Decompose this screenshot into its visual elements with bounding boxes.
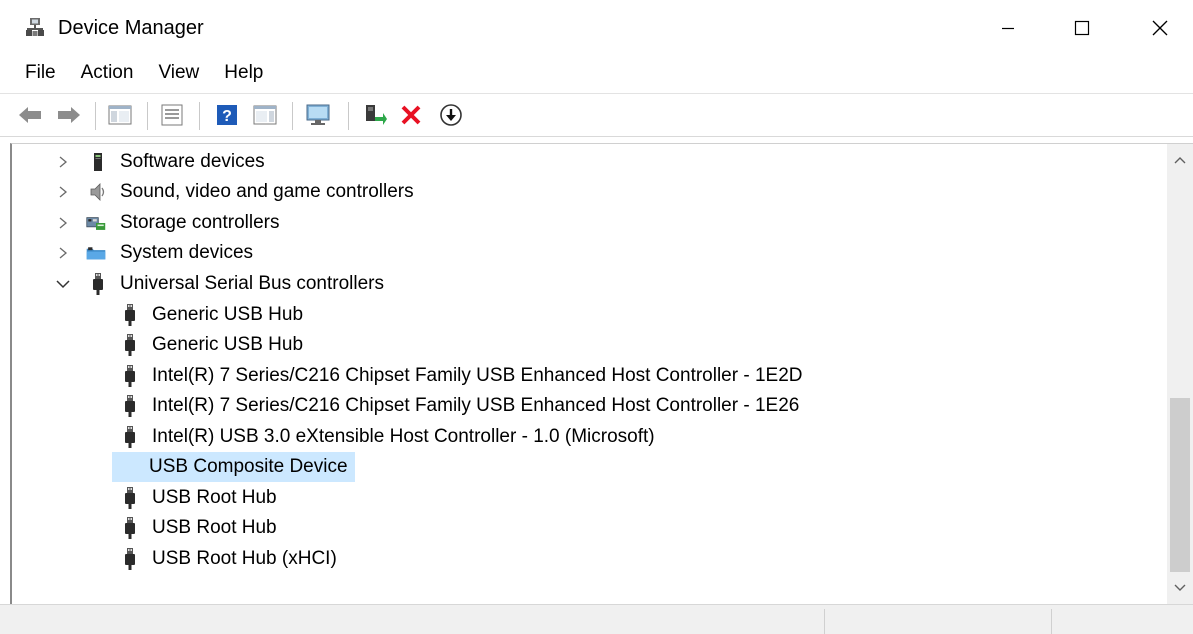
menu-view[interactable]: View	[145, 57, 211, 89]
help-button[interactable]: ?	[214, 102, 240, 128]
menu-bar: File Action View Help	[0, 57, 1193, 89]
device-manager-window: Device Manager File Action View Help ? S…	[0, 0, 1193, 634]
vertical-scrollbar[interactable]	[1167, 144, 1193, 604]
download-button[interactable]	[438, 102, 464, 128]
speaker-icon	[88, 182, 108, 202]
update-driver-button[interactable]	[362, 102, 388, 128]
title-bar[interactable]: Device Manager	[0, 0, 1193, 56]
chevron-right-icon[interactable]	[56, 147, 70, 177]
chevron-down-icon[interactable]	[56, 269, 70, 299]
tree-node-label: Sound, video and game controllers	[120, 181, 414, 202]
device-manager-icon	[24, 16, 46, 38]
forward-button[interactable]	[56, 102, 82, 128]
tree-leaf-label: USB Root Hub (xHCI)	[152, 548, 337, 569]
usb-plug-icon	[120, 395, 140, 417]
tree-leaf-label: USB Composite Device	[112, 452, 355, 482]
chevron-right-icon[interactable]	[56, 177, 70, 207]
menu-file[interactable]: File	[0, 57, 68, 89]
tree-node-label: Software devices	[120, 151, 265, 172]
help-icon: ?	[216, 104, 238, 126]
toolbar-separator	[147, 102, 148, 130]
tree-leaf-label: USB Root Hub	[152, 487, 277, 508]
show-hide-action-pane-icon	[253, 104, 277, 126]
close-button[interactable]	[1132, 0, 1188, 56]
tree-node-label: Universal Serial Bus controllers	[120, 273, 384, 294]
menu-help[interactable]: Help	[211, 57, 275, 89]
download-arrow-icon	[439, 103, 463, 127]
usb-plug-icon	[88, 273, 108, 295]
maximize-icon	[1074, 20, 1090, 36]
scroll-down-button[interactable]	[1167, 574, 1193, 602]
usb-plug-icon	[120, 517, 140, 539]
usb-plug-icon	[120, 304, 140, 326]
window-title: Device Manager	[58, 17, 204, 39]
chevron-right-icon[interactable]	[56, 238, 70, 268]
tree-leaf-label: Generic USB Hub	[152, 304, 304, 325]
status-divider	[1051, 609, 1052, 634]
status-divider	[824, 609, 825, 634]
close-icon	[1151, 19, 1169, 37]
chevron-up-icon	[1174, 156, 1186, 164]
tree-leaf-label: Intel(R) 7 Series/C216 Chipset Family US…	[152, 395, 800, 416]
properties-icon	[160, 104, 184, 126]
usb-plug-icon	[120, 365, 140, 387]
maximize-button[interactable]	[1054, 0, 1110, 56]
toolbar: ?	[0, 93, 1193, 137]
action-pane-button[interactable]	[252, 102, 278, 128]
tree-leaf-label: USB Root Hub	[152, 517, 277, 538]
tree-node-label: Storage controllers	[120, 212, 280, 233]
usb-plug-icon	[120, 487, 140, 509]
minimize-icon	[1000, 20, 1016, 36]
back-button[interactable]	[17, 102, 43, 128]
tree-leaf-label: Generic USB Hub	[152, 334, 304, 355]
toolbar-separator	[348, 102, 349, 130]
system-folder-icon	[86, 243, 106, 263]
scan-hardware-icon	[305, 103, 333, 127]
scroll-thumb[interactable]	[1170, 398, 1190, 572]
menu-action[interactable]: Action	[68, 57, 146, 89]
minimize-button[interactable]	[980, 0, 1036, 56]
tree-leaf-label: Intel(R) 7 Series/C216 Chipset Family US…	[152, 365, 803, 386]
toolbar-separator	[199, 102, 200, 130]
chevron-right-icon[interactable]	[56, 208, 70, 238]
device-tree[interactable]: Software devices Sound, video and game c…	[10, 143, 1193, 604]
usb-plug-icon	[120, 548, 140, 570]
show-hide-console-tree-icon	[108, 104, 132, 126]
scroll-up-button[interactable]	[1167, 146, 1193, 174]
tree-node-label: System devices	[120, 242, 254, 263]
chevron-down-icon	[1174, 584, 1186, 592]
toolbar-separator	[95, 102, 96, 130]
console-tree-button[interactable]	[107, 102, 133, 128]
uninstall-device-button[interactable]	[398, 102, 424, 128]
properties-button[interactable]	[159, 102, 185, 128]
usb-plug-icon	[120, 426, 140, 448]
tree-leaf-label: Intel(R) USB 3.0 eXtensible Host Control…	[152, 426, 655, 447]
update-driver-icon	[363, 103, 387, 127]
usb-plug-icon	[120, 334, 140, 356]
status-bar	[0, 604, 1193, 634]
scan-hardware-button[interactable]	[306, 102, 332, 128]
uninstall-device-icon	[400, 104, 422, 126]
storage-controller-icon	[86, 213, 106, 233]
forward-arrow-icon	[56, 105, 82, 125]
back-arrow-icon	[17, 105, 43, 125]
toolbar-separator	[292, 102, 293, 130]
software-device-icon	[88, 152, 108, 172]
svg-text:?: ?	[222, 108, 232, 125]
